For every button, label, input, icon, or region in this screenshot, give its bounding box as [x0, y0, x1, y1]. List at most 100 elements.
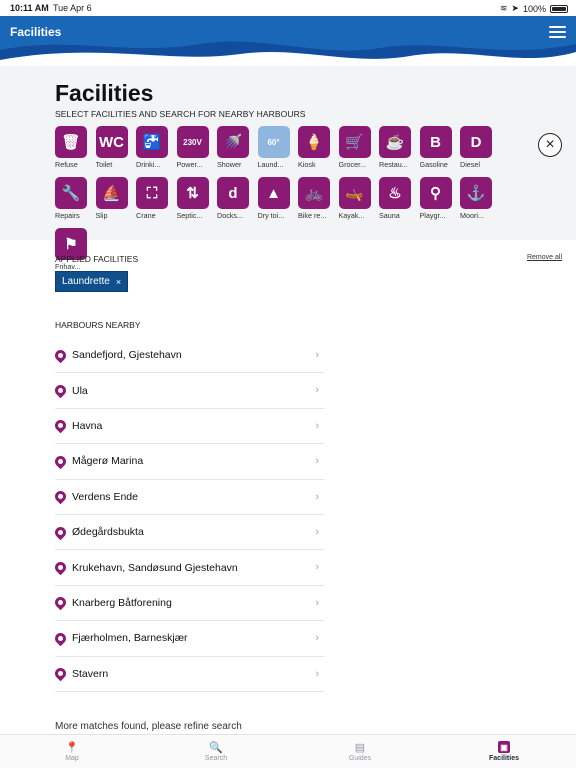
- tab-label: Guides: [348, 755, 372, 762]
- facility-label: Kiosk: [298, 160, 316, 169]
- tab-map[interactable]: 📍 Map: [0, 735, 144, 768]
- facility-playground[interactable]: ⚲ Playgr...: [419, 177, 456, 220]
- facility-power[interactable]: 230V Power...: [176, 126, 213, 169]
- facility-restaurant[interactable]: ☕ Restau...: [379, 126, 415, 169]
- chip-remove-icon[interactable]: ×: [116, 277, 121, 287]
- harbour-list-item[interactable]: Sandefjord, Gjestehavn ›: [52, 338, 325, 374]
- facility-sauna[interactable]: ♨ Sauna: [379, 177, 415, 220]
- septic-icon: ⇅: [176, 177, 209, 209]
- facility-bike-rental[interactable]: 🚲 Bike re...: [298, 177, 334, 220]
- facility-label: Diesel: [460, 160, 480, 169]
- kiosk-icon: 🍦: [298, 126, 330, 158]
- laundrette-icon: 60°: [257, 126, 290, 158]
- harbour-list-item[interactable]: Knarberg Båtforening ›: [52, 586, 325, 622]
- tab-search[interactable]: 🔍 Search: [144, 735, 288, 768]
- facility-dry-toilet[interactable]: ▲ Dry toi...: [257, 177, 294, 220]
- location-icon: ➤: [511, 3, 519, 13]
- harbour-name: Sandefjord, Gjestehavn: [72, 349, 182, 362]
- facility-septic[interactable]: ⇅ Septic...: [176, 177, 213, 220]
- facility-toilet[interactable]: WC Toilet: [95, 126, 132, 169]
- harbour-list-item[interactable]: Ødegårdsbukta ›: [52, 515, 325, 551]
- hamburger-menu-icon[interactable]: [549, 26, 566, 38]
- facility-laundrette[interactable]: 60° Laund...: [257, 126, 294, 169]
- harbour-list: Sandefjord, Gjestehavn › Ula › Havna › Mågerø …: [52, 338, 325, 692]
- facility-label: Shower: [217, 160, 242, 169]
- harbour-pin-icon: [52, 453, 69, 470]
- harbour-pin-icon: [52, 559, 69, 576]
- tab-guides[interactable]: ▤ Guides: [288, 735, 432, 768]
- facility-grocery[interactable]: 🛒 Grocer...: [338, 126, 375, 169]
- battery-percent: 100%: [522, 3, 546, 14]
- battery-icon: [550, 4, 568, 13]
- facility-crane[interactable]: ⛶ Crane: [136, 177, 172, 220]
- chevron-right-icon: ›: [315, 455, 319, 468]
- harbour-list-item[interactable]: Mågerø Marina ›: [52, 444, 325, 480]
- header-title: Facilities: [10, 25, 62, 39]
- wifi-icon: ≋: [499, 3, 508, 13]
- facility-free-harbour[interactable]: ⚑ Frihav...: [55, 228, 91, 271]
- chevron-right-icon: ›: [315, 561, 319, 574]
- toilet-icon: WC: [95, 126, 128, 158]
- facility-diesel[interactable]: D Diesel: [460, 126, 496, 169]
- harbour-list-item[interactable]: Krukehavn, Sandøsund Gjestehavn ›: [52, 550, 325, 586]
- harbour-name: Verdens Ende: [72, 490, 138, 503]
- harbour-name: Knarberg Båtforening: [72, 596, 172, 609]
- harbour-pin-icon: [52, 665, 69, 682]
- facility-shower[interactable]: 🚿 Shower: [217, 126, 253, 169]
- harbour-list-item[interactable]: Havna ›: [52, 409, 325, 445]
- facility-label: Power...: [176, 160, 203, 169]
- harbour-list-item[interactable]: Fjærholmen, Barneskjær ›: [52, 621, 325, 657]
- facility-label: Playgr...: [419, 211, 446, 220]
- harbour-name: Stavern: [72, 667, 109, 680]
- harbour-pin-icon: [52, 382, 69, 399]
- harbour-name: Ødegårdsbukta: [72, 526, 144, 539]
- sauna-icon: ♨: [379, 177, 411, 209]
- harbour-list-item[interactable]: Stavern ›: [52, 657, 325, 692]
- app-header: Facilities: [0, 16, 576, 66]
- tab-label: Search: [204, 755, 228, 762]
- close-icon[interactable]: ×: [538, 133, 562, 157]
- facility-docks[interactable]: d Docks...: [217, 177, 253, 220]
- harbour-pin-icon: [52, 347, 69, 363]
- diesel-icon: D: [460, 126, 492, 158]
- facility-label: Toilet: [95, 160, 113, 169]
- facility-kiosk[interactable]: 🍦 Kiosk: [298, 126, 334, 169]
- facilities-icon: ▣: [498, 741, 510, 753]
- chip-label: Laundrette: [62, 276, 110, 287]
- harbour-name: Mågerø Marina: [72, 455, 144, 468]
- facility-slip[interactable]: ⛵ Slip: [95, 177, 132, 220]
- bike-rental-icon: 🚲: [298, 177, 330, 209]
- facility-mooring[interactable]: ⚓ Moori...: [460, 177, 496, 220]
- facility-drinking-water[interactable]: 🚰 Drinki...: [136, 126, 172, 169]
- page-title: Facilities: [55, 80, 154, 106]
- slip-icon: ⛵: [95, 177, 128, 209]
- chevron-right-icon: ›: [315, 490, 319, 503]
- map-pin-icon: 📍: [65, 741, 79, 754]
- harbour-name: Fjærholmen, Barneskjær: [72, 632, 188, 645]
- facility-refuse[interactable]: 🗑 Refuse: [55, 126, 91, 169]
- repairs-icon: 🔧: [55, 177, 87, 209]
- harbour-pin-icon: [52, 524, 69, 540]
- facility-label: Slip: [95, 211, 108, 220]
- facility-label: Sauna: [379, 211, 400, 220]
- harbour-list-item[interactable]: Verdens Ende ›: [52, 480, 325, 515]
- harbour-list-item[interactable]: Ula ›: [52, 373, 325, 409]
- harbour-pin-icon: [52, 418, 69, 434]
- tab-label: Facilities: [489, 755, 519, 762]
- remove-all-link[interactable]: Remove all: [527, 254, 562, 261]
- facility-label: Kayak...: [338, 211, 365, 220]
- facility-repairs[interactable]: 🔧 Repairs: [55, 177, 91, 220]
- facility-label: Grocer...: [338, 160, 367, 169]
- tab-facilities[interactable]: ▣ Facilities: [432, 735, 576, 768]
- chevron-right-icon: ›: [315, 384, 319, 397]
- applied-chip-laundrette[interactable]: Laundrette ×: [55, 271, 129, 292]
- facility-kayak[interactable]: 🛶 Kayak...: [338, 177, 375, 220]
- status-indicators: ≋ ➤ 100%: [500, 3, 568, 14]
- chevron-right-icon: ›: [315, 596, 319, 609]
- header-wave: [0, 16, 576, 66]
- crane-icon: ⛶: [136, 177, 168, 209]
- facility-label: Docks...: [217, 211, 243, 220]
- facility-gasoline[interactable]: B Gasoline: [419, 126, 456, 169]
- harbour-name: Havna: [72, 419, 103, 432]
- applied-facilities-label: APPLIED FACILITIES: [55, 254, 139, 264]
